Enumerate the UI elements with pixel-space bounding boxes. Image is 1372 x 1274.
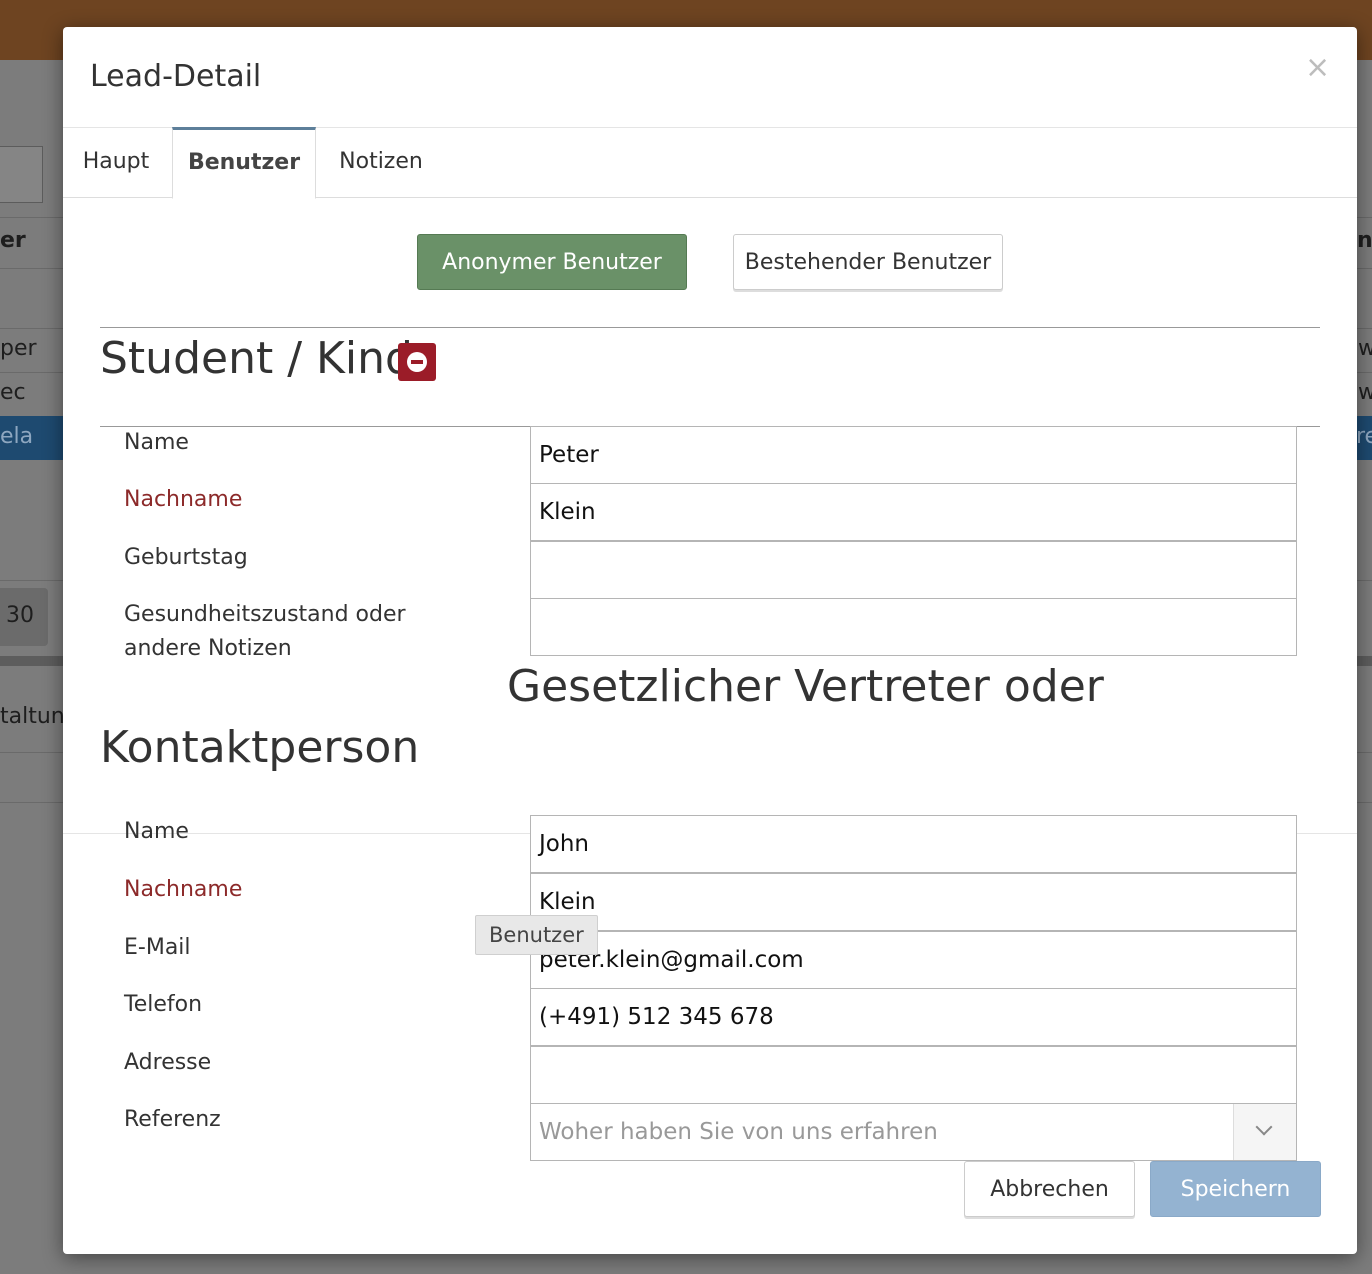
reference-placeholder: Woher haben Sie von uns erfahren bbox=[539, 1119, 938, 1145]
student-health-notes-input[interactable] bbox=[530, 598, 1297, 656]
reference-label: Referenz bbox=[124, 1107, 221, 1132]
remove-student-button[interactable] bbox=[398, 343, 436, 381]
minus-circle-icon bbox=[407, 352, 427, 372]
contact-phone-input[interactable]: (+491) 512 345 678 bbox=[530, 988, 1297, 1046]
background-row-cell-right: w bbox=[1358, 380, 1372, 405]
student-lastname-input[interactable]: Klein bbox=[530, 483, 1297, 541]
save-button[interactable]: Speichern bbox=[1150, 1161, 1321, 1217]
contact-section-title-line2: Kontaktperson bbox=[100, 722, 420, 773]
tab-benutzer[interactable]: Benutzer bbox=[172, 127, 316, 199]
student-birthday-input[interactable] bbox=[530, 541, 1297, 599]
contact-lastname-label: Nachname bbox=[124, 877, 243, 902]
contact-name-input[interactable]: John bbox=[530, 815, 1297, 873]
contact-address-label: Adresse bbox=[124, 1050, 212, 1075]
background-row-cell-right: w bbox=[1358, 336, 1372, 361]
student-health-notes-label: Gesundheitszustand oder andere Notizen bbox=[124, 602, 406, 661]
tab-haupt[interactable]: Haupt bbox=[82, 127, 150, 197]
contact-email-input[interactable]: peter.klein@gmail.com bbox=[530, 931, 1297, 989]
contact-email-label: E-Mail bbox=[124, 935, 191, 960]
contact-name-label: Name bbox=[124, 819, 189, 844]
lead-detail-modal: Lead-Detail × Haupt Benutzer Notizen Ano… bbox=[63, 27, 1357, 1254]
contact-phone-label: Telefon bbox=[124, 992, 203, 1017]
student-name-input[interactable]: Peter bbox=[530, 426, 1297, 484]
tooltip: Benutzer bbox=[475, 915, 598, 955]
background-footer-text: taltun bbox=[0, 704, 65, 729]
background-header-cell: er bbox=[0, 228, 26, 253]
chevron-down-icon bbox=[1255, 1118, 1273, 1136]
background-selected-cell: ela bbox=[0, 424, 34, 449]
background-header-cell-right: n bbox=[1357, 228, 1372, 253]
student-section-title: Student / Kind bbox=[100, 333, 413, 384]
student-name-label: Name bbox=[124, 430, 189, 455]
reference-dropdown-toggle[interactable] bbox=[1233, 1104, 1296, 1160]
contact-address-input[interactable] bbox=[530, 1046, 1297, 1104]
cancel-button[interactable]: Abbrechen bbox=[964, 1161, 1135, 1217]
modal-header: Lead-Detail × bbox=[63, 27, 1357, 128]
existing-user-button[interactable]: Bestehender Benutzer bbox=[733, 234, 1003, 290]
contact-section-title-line1: Gesetzlicher Vertreter oder bbox=[507, 661, 1104, 712]
tab-notizen[interactable]: Notizen bbox=[339, 127, 423, 197]
background-search-box bbox=[0, 146, 43, 203]
background-page-number: 30 bbox=[6, 603, 34, 628]
student-lastname-label: Nachname bbox=[124, 487, 243, 512]
close-icon[interactable]: × bbox=[1305, 53, 1330, 83]
contact-lastname-input[interactable]: Klein bbox=[530, 873, 1297, 931]
section-divider bbox=[100, 327, 1320, 328]
background-selected-cell-right: re bbox=[1356, 424, 1372, 449]
anonymous-user-button[interactable]: Anonymer Benutzer bbox=[417, 234, 687, 290]
student-birthday-label: Geburtstag bbox=[124, 545, 248, 570]
reference-select[interactable]: Woher haben Sie von uns erfahren bbox=[530, 1103, 1297, 1161]
modal-tabs: Haupt Benutzer Notizen bbox=[63, 127, 1357, 199]
modal-title: Lead-Detail bbox=[90, 59, 262, 94]
background-row-cell: per bbox=[0, 336, 37, 361]
background-row-cell: ec bbox=[0, 380, 26, 405]
